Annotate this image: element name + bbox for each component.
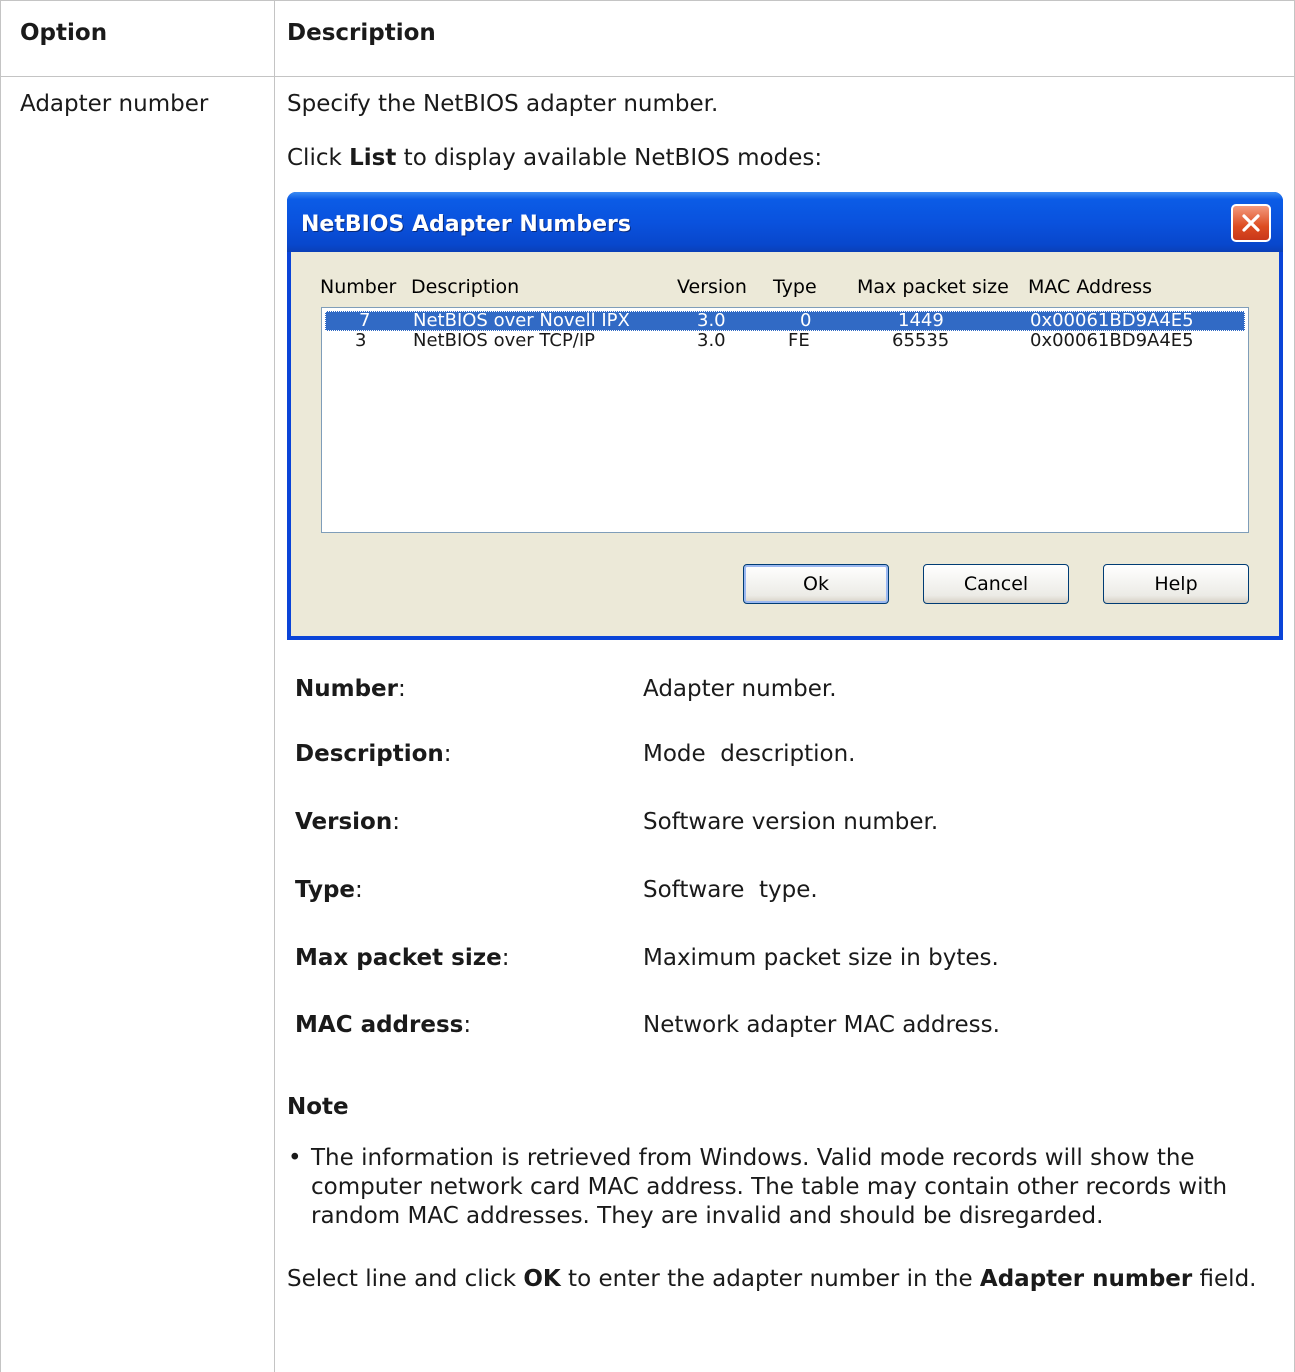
term-label: Type (295, 877, 356, 903)
cell-mac: 0x00061BD9A4E5 (1030, 330, 1194, 351)
dialog-titlebar[interactable]: NetBIOS Adapter Numbers (287, 192, 1283, 252)
definition-desc: Maximum packet size in bytes. (643, 945, 999, 971)
column-header-type[interactable]: Type (773, 276, 817, 298)
definition-term: Description: (295, 741, 452, 767)
term-label: Description (295, 741, 444, 767)
term-label: Version (295, 809, 393, 835)
list-keyword: List (349, 145, 397, 171)
definition-desc: Software version number. (643, 809, 939, 835)
close-button[interactable] (1231, 204, 1271, 242)
cell-type: FE (788, 330, 810, 351)
footer-pre: Select line and click (287, 1266, 524, 1292)
table-column-divider (274, 0, 275, 1372)
cell-max-packet: 65535 (892, 330, 950, 351)
list-row-selected[interactable]: 7 NetBIOS over Novell IPX 3.0 0 1449 0x0… (325, 310, 1245, 331)
footer-instruction: Select line and click OK to enter the ad… (287, 1265, 1277, 1294)
help-button[interactable]: Help (1103, 564, 1249, 604)
header-description: Description (287, 20, 436, 46)
option-adapter-number: Adapter number (20, 91, 209, 117)
cell-description: NetBIOS over TCP/IP (413, 330, 596, 351)
cell-version: 3.0 (697, 310, 726, 331)
definition-term: Type: (295, 877, 363, 903)
cell-description: NetBIOS over Novell IPX (413, 310, 630, 331)
definition-desc: Adapter number. (643, 676, 837, 702)
note-heading: Note (287, 1094, 349, 1120)
bullet-icon: • (288, 1145, 302, 1171)
definition-term: Max packet size: (295, 945, 510, 971)
ok-keyword: OK (523, 1266, 561, 1292)
column-header-version[interactable]: Version (677, 276, 747, 298)
column-header-mac-address[interactable]: MAC Address (1028, 276, 1152, 298)
list-row[interactable]: 3 NetBIOS over TCP/IP 3.0 FE 65535 0x000… (325, 330, 1245, 351)
cell-max-packet: 1449 (898, 310, 944, 331)
field-keyword: Adapter number (979, 1266, 1193, 1292)
column-header-number[interactable]: Number (320, 276, 396, 298)
table-border-left (0, 0, 1, 1372)
line2-suffix: to display available NetBIOS modes: (396, 145, 823, 171)
definition-term: Number: (295, 676, 406, 702)
cancel-button[interactable]: Cancel (923, 564, 1069, 604)
definition-desc: Mode description. (643, 741, 856, 767)
header-option: Option (20, 20, 108, 46)
footer-mid: to enter the adapter number in the (560, 1266, 980, 1292)
note-text: The information is retrieved from Window… (311, 1145, 1228, 1229)
definition-term: Version: (295, 809, 400, 835)
cell-version: 3.0 (697, 330, 726, 351)
cell-number: 7 (359, 310, 371, 331)
term-label: Number (295, 676, 398, 702)
description-line-1: Specify the NetBIOS adapter number. (287, 91, 719, 117)
line2-prefix: Click (287, 145, 350, 171)
description-line-2: Click List to display available NetBIOS … (287, 145, 822, 171)
adapter-list[interactable]: 7 NetBIOS over Novell IPX 3.0 0 1449 0x0… (321, 307, 1249, 533)
footer-post: field. (1192, 1266, 1257, 1292)
term-label: MAC address (295, 1012, 464, 1038)
table-border-top (0, 0, 1295, 1)
definition-desc: Software type. (643, 877, 818, 903)
column-header-description[interactable]: Description (411, 276, 519, 298)
cell-type: 0 (800, 310, 812, 331)
ok-button[interactable]: Ok (743, 564, 889, 604)
table-header-divider (0, 76, 1295, 77)
term-label: Max packet size (295, 945, 502, 971)
cell-mac: 0x00061BD9A4E5 (1030, 310, 1194, 331)
definition-term: MAC address: (295, 1012, 472, 1038)
close-icon (1242, 214, 1260, 232)
definition-desc: Network adapter MAC address. (643, 1012, 1000, 1038)
column-header-max-packet-size[interactable]: Max packet size (857, 276, 1009, 298)
cell-number: 3 (355, 330, 367, 351)
dialog-title: NetBIOS Adapter Numbers (301, 212, 631, 237)
